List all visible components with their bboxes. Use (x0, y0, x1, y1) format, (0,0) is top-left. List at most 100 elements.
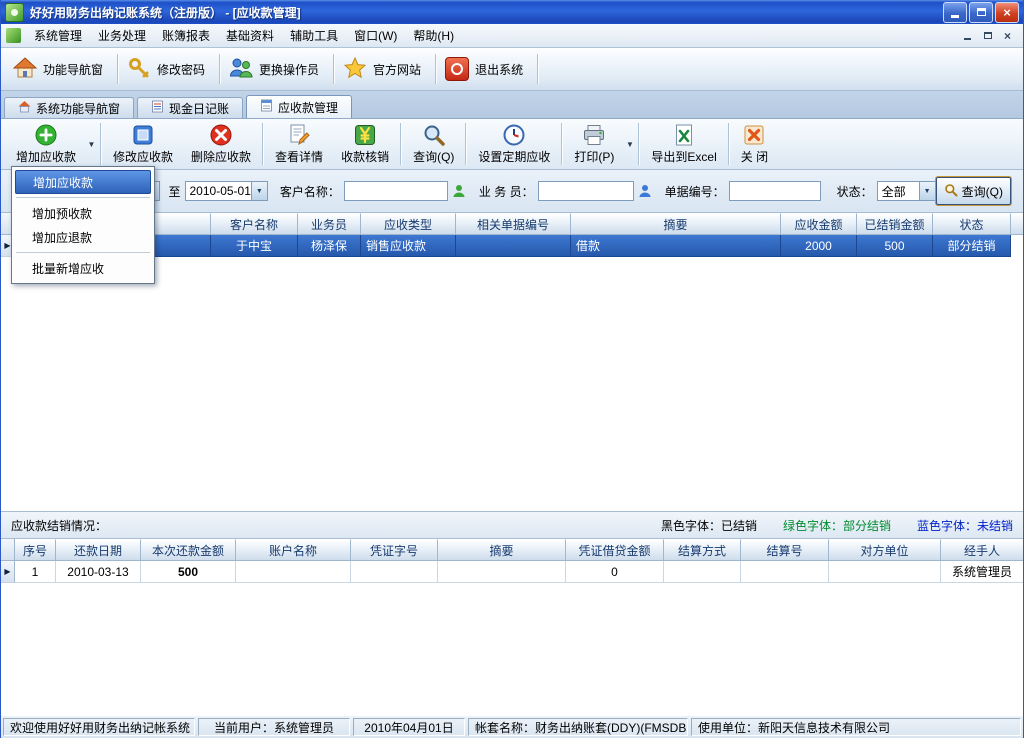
excel-icon (672, 123, 696, 147)
menu-tools[interactable]: 辅助工具 (282, 24, 346, 47)
header-cell-method[interactable]: 结算方式 (664, 539, 741, 561)
header-cell-salesman[interactable]: 业务员 (298, 213, 361, 235)
schedule-receivable-button[interactable]: 设置定期应收 (469, 119, 559, 169)
app-icon (5, 3, 24, 22)
mdi-close-button[interactable]: × (999, 28, 1016, 43)
magnifier-icon (422, 123, 446, 147)
menu-help[interactable]: 帮助(H) (405, 24, 462, 47)
legend-settled: 黑色字体：已结销 (661, 517, 757, 534)
close-tab-button[interactable]: 关 闭 (732, 119, 777, 169)
chevron-down-icon[interactable]: ▼ (251, 182, 267, 200)
header-cell-seq[interactable]: 序号 (15, 539, 56, 561)
separator (638, 123, 640, 165)
header-cell-summary[interactable]: 摘要 (571, 213, 781, 235)
top-toolbar: 功能导航窗 修改密码 更换操作员 官方网站 退出系统 (1, 48, 1023, 91)
document-pencil-icon (287, 123, 311, 147)
status-panel-date: 2010年04月01日 (353, 718, 465, 736)
exit-system-button[interactable]: 退出系统 (441, 54, 533, 84)
tab-system-nav-window[interactable]: 系统功能导航窗 (4, 97, 134, 118)
settle-payment-button[interactable]: 收款核销 (332, 119, 398, 169)
magnifier-icon (944, 183, 958, 200)
header-cell-repay-date[interactable]: 还款日期 (56, 539, 141, 561)
header-cell-account[interactable]: 账户名称 (236, 539, 351, 561)
header-cell-summary[interactable]: 摘要 (438, 539, 566, 561)
close-window-button[interactable]: × (995, 2, 1019, 23)
mdi-minimize-icon (964, 38, 971, 40)
menu-item-add-receivable[interactable]: 增加应收款 (15, 170, 151, 194)
mdi-minimize-button[interactable] (959, 28, 976, 43)
tab-cash-journal[interactable]: 现金日记账 (137, 97, 243, 118)
titlebar: 好好用财务出纳记账系统（注册版） - [应收款管理] × (1, 0, 1023, 24)
status-panel-welcome: 欢迎使用好好用财务出纳记帐系统 (3, 718, 195, 736)
menu-reports[interactable]: 账簿报表 (154, 24, 218, 47)
tabbar: 系统功能导航窗 现金日记账 应收款管理 (1, 91, 1023, 119)
legend-partially-settled: 绿色字体：部分结销 (783, 517, 891, 534)
menu-item-batch-add-receivable[interactable]: 批量新增应收 (15, 256, 151, 280)
menu-base-data[interactable]: 基础资料 (218, 24, 282, 47)
settle-table-body[interactable] (1, 583, 1023, 715)
view-detail-button[interactable]: 查看详情 (266, 119, 332, 169)
header-cell-status[interactable]: 状态 (933, 213, 1011, 235)
printer-icon (582, 123, 606, 147)
selected-row-strip: 于中宝 杨泽保 销售应收款 借款 2000 500 部分结销 (15, 235, 1011, 257)
export-excel-button[interactable]: 导出到Excel (642, 119, 725, 169)
menu-item-add-refund[interactable]: 增加应退款 (15, 225, 151, 249)
separator (537, 54, 539, 84)
add-receivable-dropdown-arrow[interactable]: ▼ (85, 122, 98, 166)
official-website-button[interactable]: 官方网站 (339, 53, 431, 86)
print-button[interactable]: 打印(P) (565, 119, 623, 169)
doc-no-input[interactable] (729, 181, 821, 201)
header-cell-handler[interactable]: 经手人 (941, 539, 1023, 561)
header-cell-amount[interactable]: 应收金额 (781, 213, 857, 235)
menubar: 系统管理 业务处理 账簿报表 基础资料 辅助工具 窗口(W) 帮助(H) × (1, 24, 1023, 48)
menu-window[interactable]: 窗口(W) (346, 24, 405, 47)
add-icon (34, 123, 58, 147)
salesman-input[interactable] (538, 181, 634, 201)
separator (435, 54, 437, 84)
header-cell-settled[interactable]: 已结销金额 (857, 213, 933, 235)
header-cell-repay-amount[interactable]: 本次还款金额 (141, 539, 236, 561)
header-cell-doc-no[interactable]: 相关单据编号 (456, 213, 571, 235)
menu-business[interactable]: 业务处理 (90, 24, 154, 47)
salesman-label: 业 务 员： (479, 183, 534, 200)
customer-name-label: 客户名称： (280, 183, 340, 200)
chevron-down-icon[interactable]: ▼ (919, 182, 935, 200)
to-label: 至 (168, 183, 180, 200)
receivables-table-body[interactable] (1, 257, 1023, 511)
print-dropdown-arrow[interactable]: ▼ (623, 122, 636, 166)
query-button[interactable]: 查询(Q) (404, 119, 463, 169)
settle-table-header: 序号 还款日期 本次还款金额 账户名称 凭证字号 摘要 凭证借贷金额 结算方式 … (1, 539, 1023, 561)
header-cell-type[interactable]: 应收类型 (361, 213, 456, 235)
date-to-combo[interactable]: 2010-05-01 ▼ (185, 181, 268, 201)
status-panel-account-set: 帐套名称：财务出纳账套(DDY)(FMSDB20 (468, 718, 688, 736)
header-cell-counterparty[interactable]: 对方单位 (829, 539, 941, 561)
header-cell-voucher-amount[interactable]: 凭证借贷金额 (566, 539, 664, 561)
minimize-icon (951, 15, 959, 18)
add-receivable-button[interactable]: 增加应收款 (7, 119, 85, 169)
edit-icon (131, 123, 155, 147)
header-cell-number[interactable]: 结算号 (741, 539, 829, 561)
filter-query-button[interactable]: 查询(Q) (936, 177, 1011, 205)
journal-tab-icon (151, 100, 164, 116)
minimize-button[interactable] (943, 2, 967, 23)
separator (117, 54, 119, 84)
delete-receivable-button[interactable]: 删除应收款 (182, 119, 260, 169)
header-cell-voucher[interactable]: 凭证字号 (351, 539, 438, 561)
exit-icon (445, 57, 469, 81)
cell-voucher (351, 561, 438, 583)
mdi-restore-button[interactable] (979, 28, 996, 43)
legend-unsettled: 蓝色字体：未结销 (917, 517, 1013, 534)
row-filler (1011, 235, 1023, 257)
menu-system-management[interactable]: 系统管理 (26, 24, 90, 47)
restore-button[interactable] (969, 2, 993, 23)
change-password-button[interactable]: 修改密码 (123, 53, 215, 86)
switch-operator-button[interactable]: 更换操作员 (225, 53, 329, 86)
customer-name-input[interactable] (344, 181, 448, 201)
settle-table-row[interactable]: ▶ 1 2010-03-13 500 0 系统管理员 (1, 561, 1023, 583)
status-combo[interactable]: 全部 ▼ (877, 181, 936, 201)
header-cell-customer[interactable]: 客户名称 (211, 213, 298, 235)
menu-item-add-prepayment[interactable]: 增加预收款 (15, 201, 151, 225)
nav-window-button[interactable]: 功能导航窗 (9, 53, 113, 86)
tab-receivables-management[interactable]: 应收款管理 (246, 95, 352, 118)
edit-receivable-button[interactable]: 修改应收款 (104, 119, 182, 169)
